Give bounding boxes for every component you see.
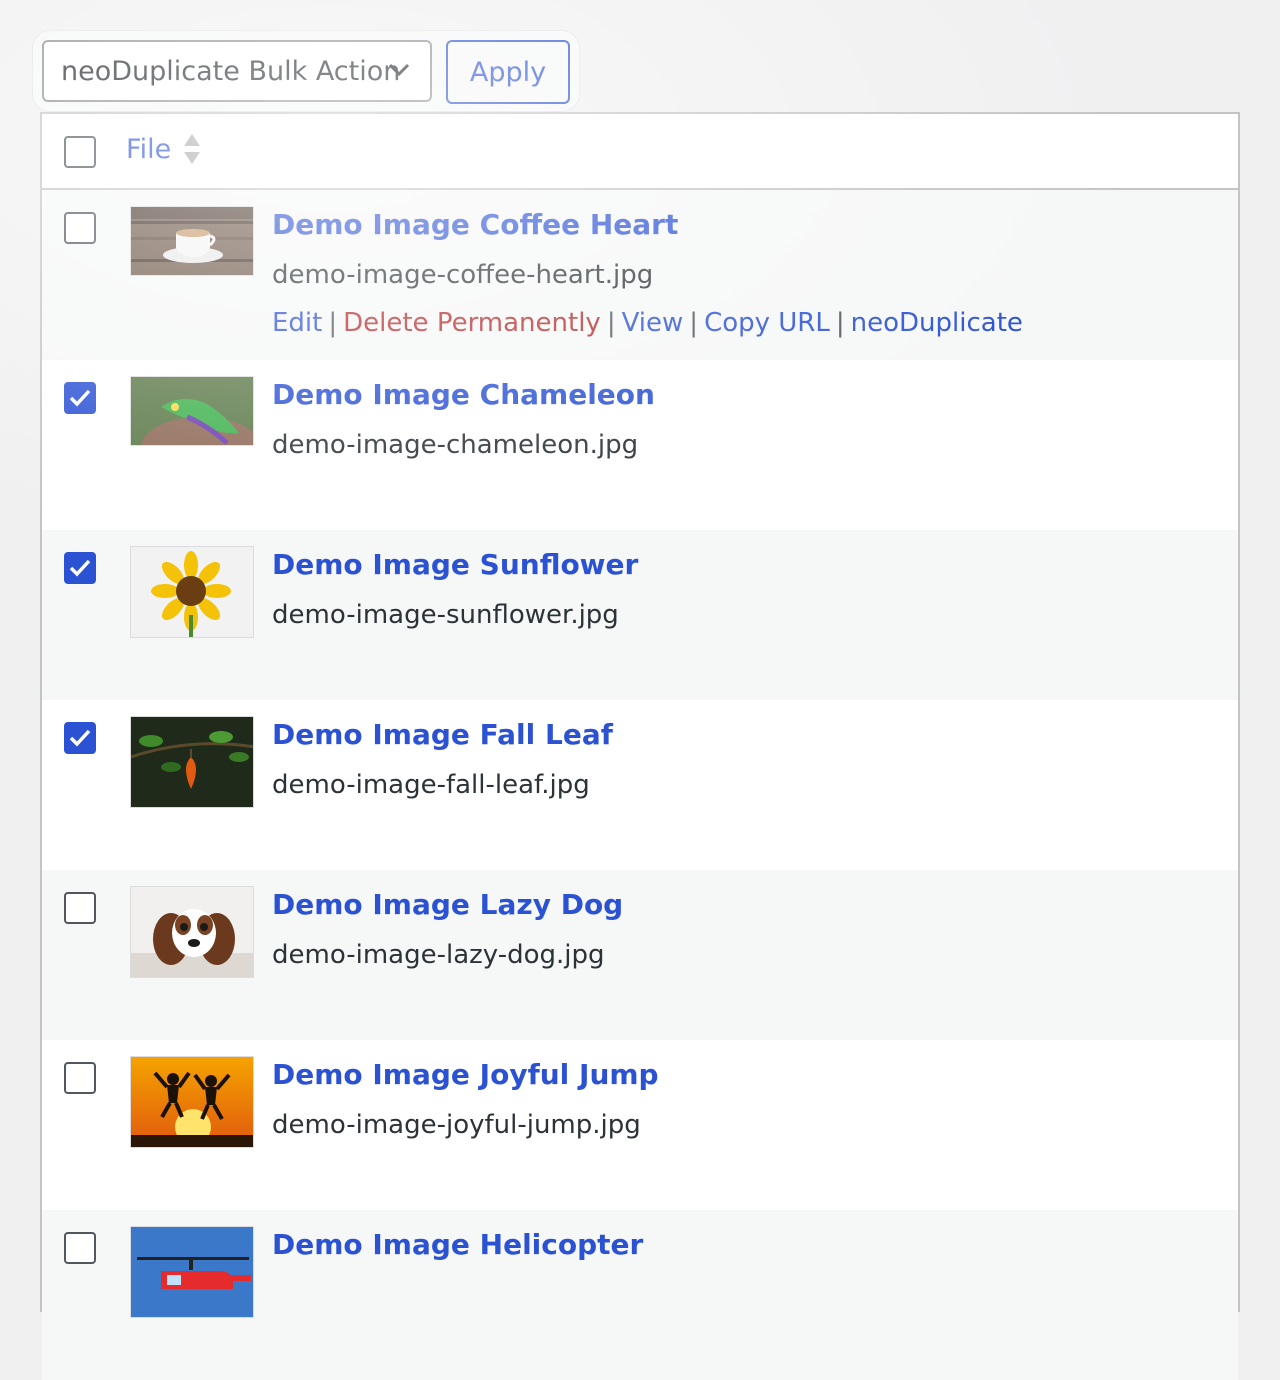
- table-row: Demo Image Lazy Dog demo-image-lazy-dog.…: [42, 870, 1238, 1040]
- bulk-action-selected-label: neoDuplicate Bulk Action: [61, 55, 401, 87]
- row-title[interactable]: Demo Image Helicopter: [272, 1228, 643, 1261]
- media-list-table: File Demo Image Coffee Heart demo-image-…: [40, 112, 1240, 1380]
- apply-button[interactable]: Apply: [446, 40, 570, 104]
- bulk-action-select[interactable]: neoDuplicate Bulk Action: [42, 40, 432, 102]
- column-header-file[interactable]: File: [126, 134, 171, 165]
- row-checkbox[interactable]: [64, 212, 96, 244]
- table-row: Demo Image Coffee Heart demo-image-coffe…: [42, 190, 1238, 360]
- row-title[interactable]: Demo Image Fall Leaf: [272, 718, 613, 751]
- row-filename: demo-image-joyful-jump.jpg: [272, 1110, 641, 1140]
- checkmark-icon: [69, 729, 91, 747]
- row-title[interactable]: Demo Image Lazy Dog: [272, 888, 623, 921]
- row-checkbox[interactable]: [64, 1232, 96, 1264]
- row-filename: demo-image-coffee-heart.jpg: [272, 260, 654, 290]
- copy-url-link[interactable]: Copy URL: [704, 308, 830, 338]
- row-filename: demo-image-chameleon.jpg: [272, 430, 639, 460]
- row-filename: demo-image-lazy-dog.jpg: [272, 940, 605, 970]
- thumbnail-lazy-dog[interactable]: [130, 886, 254, 978]
- table-row: Demo Image Fall Leaf demo-image-fall-lea…: [42, 700, 1238, 870]
- view-link[interactable]: View: [622, 308, 684, 338]
- row-checkbox[interactable]: [64, 552, 96, 584]
- separator: |: [835, 308, 845, 338]
- sort-icon[interactable]: [181, 132, 203, 166]
- row-title[interactable]: Demo Image Coffee Heart: [272, 208, 678, 241]
- thumbnail-sunflower[interactable]: [130, 546, 254, 638]
- separator: |: [689, 308, 699, 338]
- table-header: File: [42, 114, 1238, 190]
- table-row: Demo Image Helicopter: [42, 1210, 1238, 1380]
- row-actions: Edit | Delete Permanently | View | Copy URL | ne…: [272, 308, 1023, 338]
- row-checkbox[interactable]: [64, 1062, 96, 1094]
- checkmark-icon: [69, 559, 91, 577]
- row-checkbox[interactable]: [64, 722, 96, 754]
- separator: |: [328, 308, 338, 338]
- table-row: Demo Image Joyful Jump demo-image-joyful…: [42, 1040, 1238, 1210]
- select-all-checkbox[interactable]: [64, 136, 96, 168]
- table-row: Demo Image Chameleon demo-image-chameleo…: [42, 360, 1238, 530]
- row-filename: demo-image-fall-leaf.jpg: [272, 770, 590, 800]
- separator: |: [606, 308, 616, 338]
- thumbnail-fall-leaf[interactable]: [130, 716, 254, 808]
- neoduplicate-link[interactable]: neoDuplicate: [851, 308, 1023, 338]
- thumbnail-coffee-heart[interactable]: [130, 206, 254, 276]
- thumbnail-chameleon[interactable]: [130, 376, 254, 446]
- chevron-down-icon: [388, 63, 410, 77]
- table-row: Demo Image Sunflower demo-image-sunflowe…: [42, 530, 1238, 700]
- delete-permanently-link[interactable]: Delete Permanently: [343, 308, 601, 338]
- row-checkbox[interactable]: [64, 892, 96, 924]
- row-filename: demo-image-sunflower.jpg: [272, 600, 619, 630]
- checkmark-icon: [69, 389, 91, 407]
- row-checkbox[interactable]: [64, 382, 96, 414]
- thumbnail-joyful-jump[interactable]: [130, 1056, 254, 1148]
- row-title[interactable]: Demo Image Joyful Jump: [272, 1058, 659, 1091]
- row-title[interactable]: Demo Image Sunflower: [272, 548, 638, 581]
- row-title[interactable]: Demo Image Chameleon: [272, 378, 655, 411]
- thumbnail-helicopter[interactable]: [130, 1226, 254, 1318]
- edit-link[interactable]: Edit: [272, 308, 322, 338]
